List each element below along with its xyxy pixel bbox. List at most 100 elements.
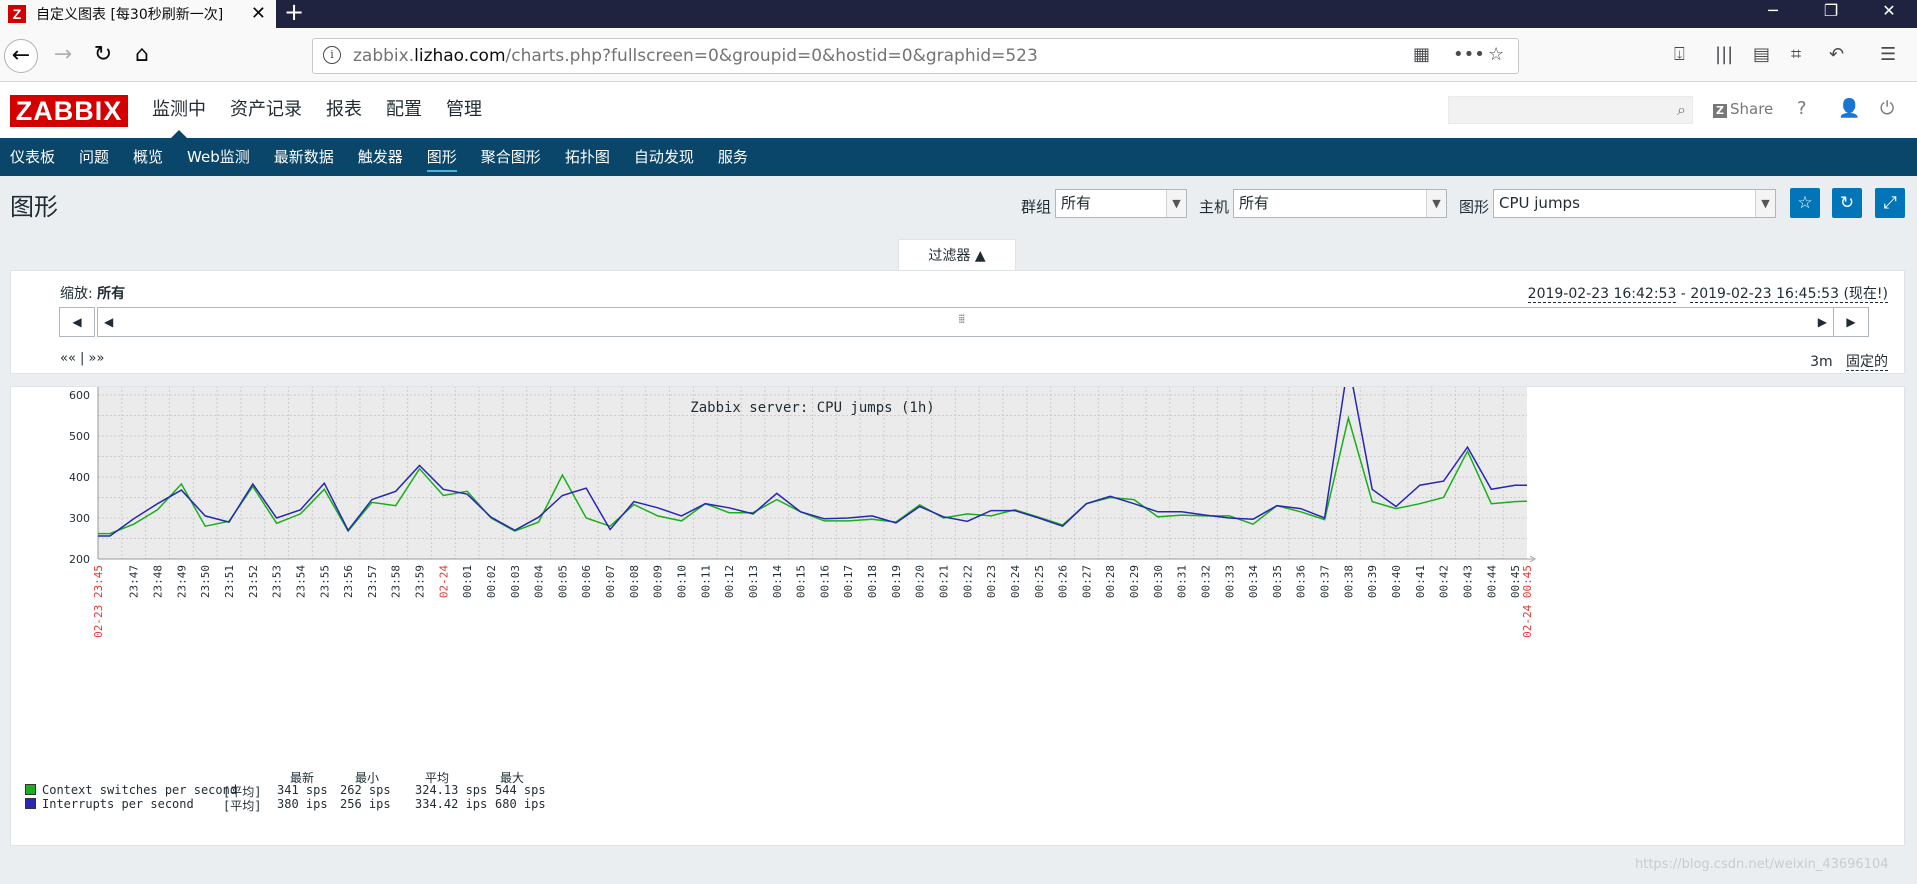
x-tick-label: 00:37 [1319, 565, 1332, 598]
qr-code-icon[interactable]: ▦ [1413, 44, 1430, 65]
x-tick-label: 00:14 [771, 565, 784, 598]
sub-menu-item[interactable]: Web监测 [187, 138, 250, 176]
user-profile-icon[interactable]: 👤 [1838, 98, 1860, 119]
legend-min-value: 256 ips [340, 797, 391, 811]
x-tick-label: 00:19 [890, 565, 903, 598]
browser-toolbar: ← → ↻ ⌂ i zabbix.lizhao.com/charts.php?f… [0, 28, 1917, 82]
downloads-icon[interactable]: ⍗ [1674, 44, 1685, 65]
x-tick-label: 00:09 [652, 565, 665, 598]
sidebar-icon[interactable]: ▤ [1753, 44, 1770, 65]
main-menu-item[interactable]: 管理 [446, 82, 482, 138]
sub-menu-item[interactable]: 图形 [426, 138, 457, 176]
time-scrollbar[interactable]: ◀ ⁞⁞⁞ ▶ [97, 307, 1834, 337]
reload-icon[interactable]: ↻ [86, 39, 120, 73]
x-tick-label: 23:52 [247, 565, 260, 598]
close-window-icon[interactable]: ✕ [1861, 0, 1917, 28]
x-tick-label: 00:15 [795, 565, 808, 598]
back-arrow-icon[interactable]: ← [4, 39, 38, 73]
refresh-button[interactable]: ↻ [1832, 188, 1862, 218]
x-tick-label: 00:27 [1080, 565, 1093, 598]
minimize-icon[interactable]: ─ [1745, 0, 1801, 28]
scrollbar-left-arrow-icon[interactable]: ◀ [104, 315, 113, 329]
help-icon[interactable]: ? [1797, 98, 1807, 119]
sub-menu-item[interactable]: 聚合图形 [481, 138, 541, 176]
sub-menu-item[interactable]: 概览 [133, 138, 163, 176]
x-tick-label: 23:58 [390, 565, 403, 598]
y-tick-label: 200 [69, 553, 90, 566]
close-tab-icon[interactable]: ✕ [251, 3, 266, 24]
sub-menu-item[interactable]: 拓扑图 [565, 138, 610, 176]
browser-tab[interactable]: Z 自定义图表 [每30秒刷新一次] ✕ [0, 0, 276, 28]
main-menu-item[interactable]: 配置 [386, 82, 422, 138]
sub-menu-item[interactable]: 仪表板 [10, 138, 55, 176]
drag-handle-icon[interactable]: ⁞⁞⁞ [958, 312, 966, 326]
x-tick-label: 00:40 [1390, 565, 1403, 598]
search-icon[interactable]: ⌕ [1677, 100, 1686, 120]
period-fixed: 3m 固定的 [1810, 351, 1888, 371]
new-tab-icon[interactable]: + [284, 0, 304, 28]
group-select[interactable]: 所有 ▼ [1055, 189, 1187, 218]
x-tick-label: 00:07 [604, 565, 617, 598]
x-tick-label: 00:06 [580, 565, 593, 598]
sign-out-icon[interactable]: ⏻ [1880, 98, 1894, 119]
url-text[interactable]: zabbix.lizhao.com/charts.php?fullscreen=… [353, 46, 1038, 66]
x-tick-label: 23:57 [366, 565, 379, 598]
screenshot-icon[interactable]: ⌗ [1791, 44, 1801, 65]
graph-select[interactable]: CPU jumps ▼ [1493, 189, 1776, 218]
host-select[interactable]: 所有 ▼ [1233, 189, 1447, 218]
share-link[interactable]: Z Share [1713, 100, 1773, 118]
bookmark-star-icon[interactable]: ☆ [1488, 44, 1504, 65]
sub-menu-item[interactable]: 服务 [718, 138, 748, 176]
filter-tab[interactable]: 过滤器 ▲ [898, 239, 1016, 271]
x-tick-label: 00:42 [1438, 565, 1451, 598]
sub-menu-item[interactable]: 最新数据 [274, 138, 334, 176]
main-menu-item[interactable]: 资产记录 [230, 82, 302, 138]
x-tick-label: 00:08 [628, 565, 641, 598]
restore-icon[interactable]: ❐ [1803, 0, 1859, 28]
x-tick-label: 23:59 [414, 565, 427, 598]
fullscreen-button[interactable]: ⤢ [1875, 188, 1905, 218]
url-bar[interactable]: i zabbix.lizhao.com/charts.php?fullscree… [312, 38, 1519, 74]
home-icon[interactable]: ⌂ [125, 39, 159, 73]
global-search-input[interactable]: ⌕ [1448, 96, 1693, 124]
sub-menu-item[interactable]: 自动发现 [634, 138, 694, 176]
x-tick-label: 23:54 [294, 565, 307, 598]
main-menu-item[interactable]: 报表 [326, 82, 362, 138]
zoom-all-link[interactable]: 所有 [97, 286, 125, 302]
forward-arrow-icon[interactable]: → [46, 39, 80, 73]
sub-menu-item[interactable]: 问题 [79, 138, 109, 176]
x-tick-label: 23:55 [318, 565, 331, 598]
add-to-favourites-button[interactable]: ☆ [1790, 188, 1820, 218]
legend-max-value: 544 sps [495, 783, 546, 797]
scrollbar-right-arrow-icon[interactable]: ▶ [1818, 315, 1827, 329]
scroll-left-button[interactable]: ◀ [59, 307, 95, 337]
hamburger-menu-icon[interactable]: ☰ [1880, 44, 1896, 65]
chevron-down-icon: ▼ [1426, 190, 1446, 217]
x-tick-label: 00:17 [842, 565, 855, 598]
fast-navigation[interactable]: «« | »» [60, 351, 104, 366]
zabbix-logo[interactable]: ZABBIX [10, 95, 128, 127]
sub-menu-item[interactable]: 触发器 [358, 138, 403, 176]
x-tick-label: 00:21 [937, 565, 950, 598]
chevron-down-icon: ▼ [1755, 190, 1775, 217]
fixed-toggle-link[interactable]: 固定的 [1846, 354, 1888, 371]
group-label: 群组 [1021, 198, 1052, 216]
x-tick-label: 23:49 [175, 565, 188, 598]
graph-panel: Zabbix server: CPU jumps (1h) 200 300 400 50… [10, 386, 1905, 846]
scroll-right-button[interactable]: ▶ [1833, 307, 1869, 337]
x-tick-label: 23:51 [223, 565, 236, 598]
undo-icon[interactable]: ↶ [1829, 44, 1844, 65]
x-tick-label: 23:56 [342, 565, 355, 598]
x-tick-label: 00:32 [1199, 565, 1212, 598]
page-actions-icon[interactable]: ••• [1453, 44, 1485, 65]
legend-min-value: 262 sps [340, 783, 391, 797]
x-tick-label: 23:50 [199, 565, 212, 598]
x-tick-label: 00:44 [1485, 565, 1498, 598]
x-tick-label: 00:11 [699, 565, 712, 598]
x-tick-label: 00:41 [1414, 565, 1427, 598]
main-menu-item[interactable]: 监测中 [152, 82, 206, 138]
period-display[interactable]: 2019-02-23 16:42:53 - 2019-02-23 16:45:5… [1527, 283, 1888, 303]
legend-series-name: Interrupts per second [42, 797, 194, 811]
library-icon[interactable]: ||| [1715, 44, 1733, 65]
site-info-icon[interactable]: i [323, 46, 341, 64]
